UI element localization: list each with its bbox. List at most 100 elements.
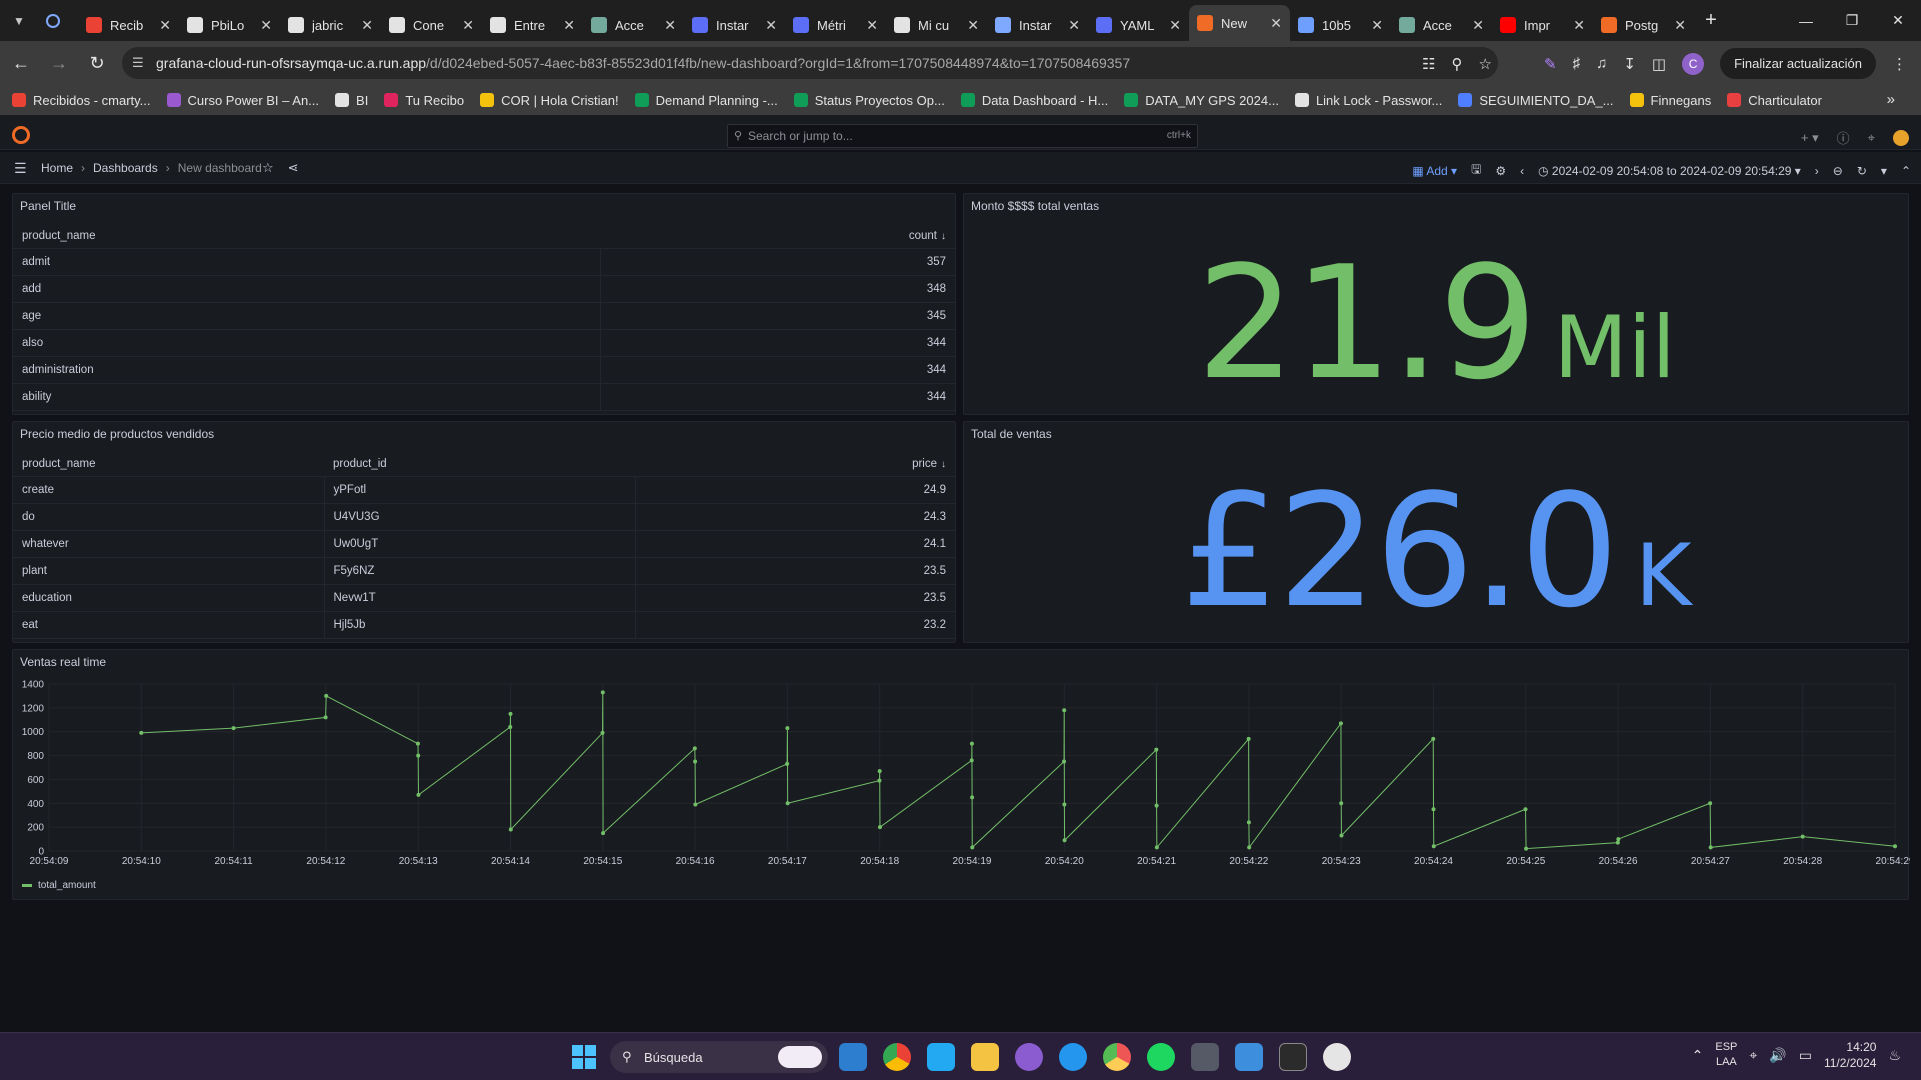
translate-icon[interactable]: ☷ [1422, 55, 1435, 73]
tab-close-icon[interactable]: ✕ [1169, 17, 1181, 34]
clock[interactable]: 14:20 11/2/2024 [1824, 1039, 1877, 1071]
back-icon[interactable]: ← [4, 46, 38, 80]
bookmark-item[interactable]: Link Lock - Passwor... [1294, 93, 1442, 108]
tab-close-icon[interactable]: ✕ [664, 17, 676, 34]
profile-avatar[interactable]: C [1682, 52, 1705, 75]
notification-bell-icon[interactable]: ♨ [1888, 1047, 1901, 1064]
time-back-icon[interactable]: ‹ [1520, 164, 1524, 178]
save-icon[interactable]: 🖫 [1471, 160, 1481, 181]
bookmark-item[interactable]: Data Dashboard - H... [960, 93, 1108, 108]
bookmark-item[interactable]: DATA_MY GPS 2024... [1124, 93, 1279, 108]
news-rss-icon[interactable]: ⌖ [1868, 130, 1875, 146]
tab-close-icon[interactable]: ✕ [260, 17, 272, 34]
tab-search-menu-icon[interactable]: ▼ [0, 0, 38, 41]
bookmark-item[interactable]: SEGUIMIENTO_DA_... [1458, 93, 1614, 108]
tab-close-icon[interactable]: ✕ [1371, 17, 1383, 34]
minimize-icon[interactable]: — [1783, 0, 1829, 41]
browser-tab[interactable]: jabric ✕ [280, 9, 381, 41]
bookmark-item[interactable]: Finnegans [1629, 93, 1711, 108]
docker-icon[interactable] [1059, 1043, 1087, 1071]
browser-tab[interactable]: Cone ✕ [381, 9, 482, 41]
browser-tab[interactable]: Impr ✕ [1492, 9, 1593, 41]
browser-tab[interactable]: Acce ✕ [583, 9, 684, 41]
grafana-search-input[interactable]: ⚲ Search or jump to... ctrl+k [727, 124, 1198, 148]
menu-hamburger-icon[interactable]: ☰ [14, 160, 27, 177]
tab-close-icon[interactable]: ✕ [866, 17, 878, 34]
tab-close-icon[interactable]: ✕ [765, 17, 777, 34]
browser-tab[interactable]: 10b5 ✕ [1290, 9, 1391, 41]
tab-close-icon[interactable]: ✕ [563, 17, 575, 34]
collapse-chevron-icon[interactable]: ⌃ [1901, 164, 1911, 178]
tab-close-icon[interactable]: ✕ [361, 17, 373, 34]
breadcrumb-dashboards[interactable]: Dashboards [93, 161, 158, 175]
chrome-profile-icon[interactable] [1103, 1043, 1131, 1071]
browser-tab[interactable]: Entre ✕ [482, 9, 583, 41]
zoom-icon[interactable]: ⚲ [1452, 55, 1463, 73]
windows-start-icon[interactable] [572, 1045, 596, 1069]
chrome-icon[interactable] [883, 1043, 911, 1071]
tab-close-icon[interactable]: ✕ [1068, 17, 1080, 34]
star-icon[interactable]: ☆ [262, 160, 274, 176]
tab-close-icon[interactable]: ✕ [1270, 15, 1282, 32]
browser-tab[interactable]: Instar ✕ [987, 9, 1088, 41]
tab-close-icon[interactable]: ✕ [1573, 17, 1585, 34]
column-header-product-name[interactable]: product_name [13, 224, 601, 249]
time-range-picker[interactable]: ◷ 2024-02-09 20:54:08 to 2024-02-09 20:5… [1538, 164, 1801, 178]
browser-tab[interactable]: Instar ✕ [684, 9, 785, 41]
restore-icon[interactable]: ❐ [1829, 0, 1875, 41]
browser-tab[interactable]: Postg ✕ [1593, 9, 1694, 41]
calculator-icon[interactable] [1191, 1043, 1219, 1071]
browser-tab[interactable]: Acce ✕ [1391, 9, 1492, 41]
tab-close-icon[interactable]: ✕ [967, 17, 979, 34]
zoom-out-icon[interactable]: ⊖ [1833, 164, 1843, 178]
bookmark-item[interactable]: Tu Recibo [384, 93, 464, 108]
refresh-icon[interactable]: ↻ [1857, 164, 1867, 178]
side-panel-icon[interactable]: ◫ [1652, 55, 1666, 73]
tab-close-icon[interactable]: ✕ [159, 17, 171, 34]
address-bar[interactable]: ☰ grafana-cloud-run-ofsrsaymqa-uc.a.run.… [122, 47, 1498, 79]
refresh-interval-chevron-icon[interactable]: ▾ [1881, 164, 1887, 178]
column-header-price[interactable]: price ↓ [635, 452, 955, 477]
language-indicator[interactable]: ESP LAA [1715, 1040, 1737, 1070]
add-button[interactable]: ▦ Add ▾ [1412, 164, 1457, 178]
tab-close-icon[interactable]: ✕ [1674, 17, 1686, 34]
task-view-icon[interactable] [839, 1043, 867, 1071]
share-icon[interactable]: ⋖ [288, 160, 299, 176]
tab-close-icon[interactable]: ✕ [1472, 17, 1484, 34]
extension-pen-icon[interactable]: ✎ [1544, 55, 1557, 73]
bookmark-item[interactable]: Charticulator [1727, 93, 1822, 108]
finish-update-button[interactable]: Finalizar actualización [1720, 48, 1876, 79]
battery-icon[interactable]: ▭ [1799, 1047, 1812, 1064]
spotify-icon[interactable] [1147, 1043, 1175, 1071]
github-desktop-icon[interactable] [1015, 1043, 1043, 1071]
linux-tux-icon[interactable] [1323, 1043, 1351, 1071]
column-header-count[interactable]: count ↓ [600, 224, 955, 249]
browser-tab[interactable]: PbiLo ✕ [179, 9, 280, 41]
user-avatar[interactable] [1893, 129, 1909, 146]
reload-icon[interactable]: ↻ [80, 46, 114, 80]
column-header-product-id[interactable]: product_id [324, 452, 635, 477]
tab-search-shortcut[interactable] [38, 5, 78, 37]
bookmark-item[interactable]: BI [335, 93, 368, 108]
time-forward-icon[interactable]: › [1815, 164, 1819, 178]
forward-icon[interactable]: → [42, 46, 76, 80]
vscode-icon[interactable] [927, 1043, 955, 1071]
settings-gear-icon[interactable]: ⚙ [1495, 164, 1506, 178]
browser-menu-icon[interactable]: ⋮ [1892, 55, 1907, 73]
notepad-icon[interactable] [1235, 1043, 1263, 1071]
help-icon[interactable]: ⓘ [1837, 128, 1850, 147]
browser-tab[interactable]: YAML ✕ [1088, 9, 1189, 41]
terminal-icon[interactable] [1279, 1043, 1307, 1071]
bookmark-item[interactable]: Recibidos - cmarty... [12, 93, 151, 108]
new-tab-button[interactable]: + [1694, 9, 1728, 32]
bookmark-item[interactable]: Status Proyectos Op... [793, 93, 945, 108]
browser-tab[interactable]: Métri ✕ [785, 9, 886, 41]
taskbar-search[interactable]: ⚲ Búsqueda [610, 1041, 828, 1073]
download-icon[interactable]: ↧ [1623, 55, 1636, 73]
tab-close-icon[interactable]: ✕ [462, 17, 474, 34]
column-header-product-name[interactable]: product_name [13, 452, 324, 477]
file-explorer-icon[interactable] [971, 1043, 999, 1071]
browser-tab[interactable]: Recib ✕ [78, 9, 179, 41]
bookmark-item[interactable]: COR | Hola Cristian! [480, 93, 619, 108]
tray-chevron-icon[interactable]: ⌃ [1692, 1047, 1704, 1064]
